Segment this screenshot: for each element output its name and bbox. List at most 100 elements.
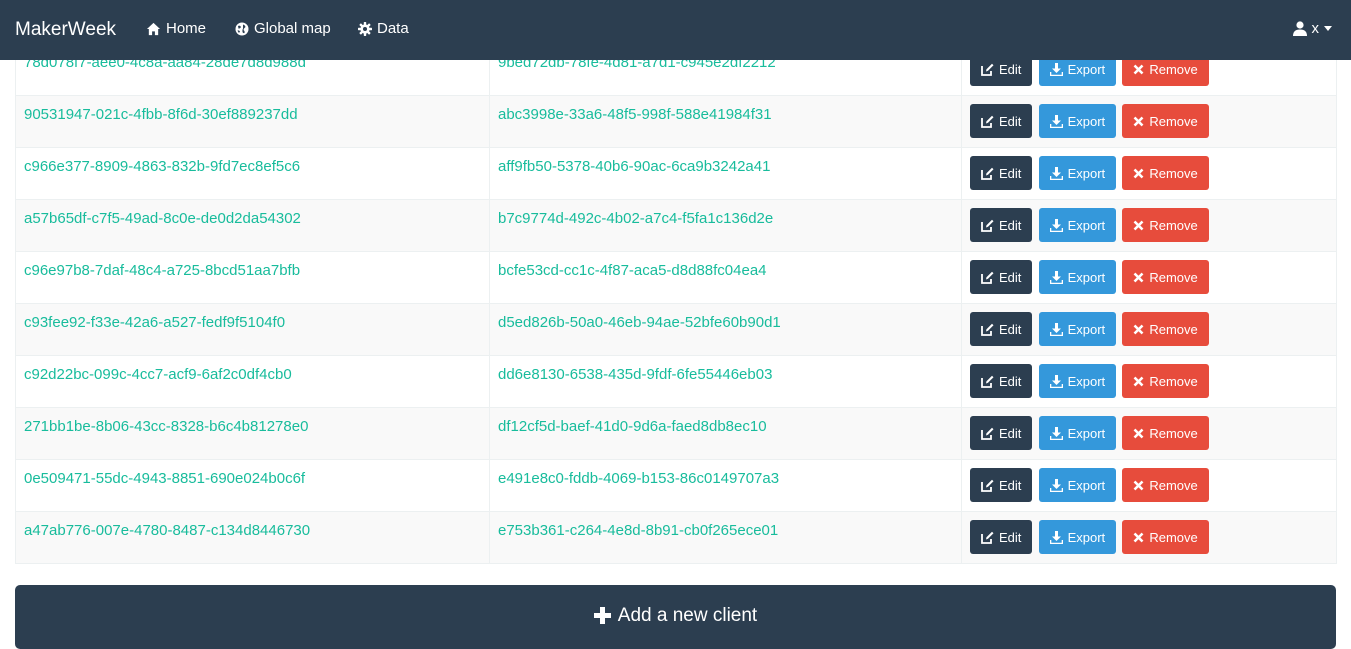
export-button[interactable]: Export: [1038, 260, 1117, 294]
edit-label: Edit: [999, 373, 1022, 389]
secret-id-link[interactable]: dd6e8130-6538-435d-9fdf-6fe55446eb03: [498, 364, 772, 383]
export-label: Export: [1067, 113, 1106, 129]
client-id-link[interactable]: 271bb1be-8b06-43cc-8328-b6c4b81278e0: [24, 416, 308, 435]
table-row: a57b65df-c7f5-49ad-8c0e-de0d2da54302 b7c…: [15, 199, 1337, 252]
secret-id-link[interactable]: abc3998e-33a6-48f5-998f-588e41984f31: [498, 104, 772, 123]
export-button[interactable]: Export: [1038, 364, 1117, 398]
download-icon: [1049, 374, 1063, 388]
edit-label: Edit: [999, 113, 1022, 129]
download-icon: [1049, 114, 1063, 128]
client-id-link[interactable]: c93fee92-f33e-42a6-a527-fedf9f5104f0: [24, 312, 285, 331]
download-icon: [1049, 166, 1063, 180]
table-row: 271bb1be-8b06-43cc-8328-b6c4b81278e0 df1…: [15, 407, 1337, 460]
client-id-link[interactable]: c92d22bc-099c-4cc7-acf9-6af2c0df4cb0: [24, 364, 292, 383]
edit-label: Edit: [999, 321, 1022, 337]
remove-button[interactable]: Remove: [1122, 104, 1209, 138]
nav-home[interactable]: Home: [146, 20, 206, 37]
export-label: Export: [1067, 269, 1106, 285]
download-icon: [1049, 478, 1063, 492]
secret-id-link[interactable]: b7c9774d-492c-4b02-a7c4-f5fa1c136d2e: [498, 208, 773, 227]
edit-button[interactable]: Edit: [970, 468, 1033, 502]
edit-icon: [981, 479, 994, 492]
edit-icon: [981, 375, 994, 388]
download-icon: [1049, 62, 1063, 76]
remove-label: Remove: [1149, 425, 1198, 441]
remove-label: Remove: [1149, 269, 1198, 285]
nav-data-label: Data: [377, 20, 409, 37]
export-label: Export: [1067, 373, 1106, 389]
remove-label: Remove: [1149, 529, 1198, 545]
secret-id-link[interactable]: df12cf5d-baef-41d0-9d6a-faed8db8ec10: [498, 416, 767, 435]
download-icon: [1049, 322, 1063, 336]
secret-id-link[interactable]: d5ed826b-50a0-46eb-94ae-52bfe60b90d1: [498, 312, 781, 331]
edit-button[interactable]: Edit: [970, 416, 1033, 450]
secret-id-link[interactable]: aff9fb50-5378-40b6-90ac-6ca9b3242a41: [498, 156, 770, 175]
table-row: 0e509471-55dc-4943-8851-690e024b0c6f e49…: [15, 459, 1337, 512]
edit-icon: [981, 271, 994, 284]
export-button[interactable]: Export: [1038, 104, 1117, 138]
home-icon: [146, 22, 161, 35]
clients-table: 78d078f7-aee0-4c8a-aa84-28de7d8d988d 9be…: [15, 43, 1337, 564]
edit-label: Edit: [999, 165, 1022, 181]
remove-button[interactable]: Remove: [1122, 416, 1209, 450]
close-icon: [1133, 116, 1144, 126]
remove-button[interactable]: Remove: [1122, 468, 1209, 502]
secret-id-link[interactable]: e753b361-c264-4e8d-8b91-cb0f265ece01: [498, 520, 778, 539]
edit-button[interactable]: Edit: [970, 156, 1033, 190]
export-button[interactable]: Export: [1038, 156, 1117, 190]
edit-label: Edit: [999, 269, 1022, 285]
edit-button[interactable]: Edit: [970, 260, 1033, 294]
close-icon: [1133, 168, 1144, 178]
nav-home-label: Home: [166, 20, 207, 37]
nav-global-map[interactable]: Global map: [235, 20, 331, 37]
remove-button[interactable]: Remove: [1122, 520, 1209, 554]
client-id-link[interactable]: 90531947-021c-4fbb-8f6d-30ef889237dd: [24, 104, 298, 123]
export-button[interactable]: Export: [1038, 520, 1117, 554]
close-icon: [1133, 376, 1144, 386]
remove-button[interactable]: Remove: [1122, 260, 1209, 294]
export-button[interactable]: Export: [1038, 468, 1117, 502]
edit-icon: [981, 219, 994, 232]
add-client-button[interactable]: Add a new client: [15, 585, 1336, 649]
client-id-link[interactable]: a47ab776-007e-4780-8487-c134d8446730: [24, 520, 310, 539]
edit-button[interactable]: Edit: [970, 104, 1033, 138]
chevron-down-icon: [1324, 26, 1332, 31]
table-row: 90531947-021c-4fbb-8f6d-30ef889237dd abc…: [15, 95, 1337, 148]
edit-button[interactable]: Edit: [970, 208, 1033, 242]
edit-button[interactable]: Edit: [970, 312, 1033, 346]
export-label: Export: [1067, 321, 1106, 337]
close-icon: [1133, 324, 1144, 334]
secret-id-link[interactable]: e491e8c0-fddb-4069-b153-86c0149707a3: [498, 468, 779, 487]
secret-id-link[interactable]: bcfe53cd-cc1c-4f87-aca5-d8d88fc04ea4: [498, 260, 767, 279]
table-row: c93fee92-f33e-42a6-a527-fedf9f5104f0 d5e…: [15, 303, 1337, 356]
edit-icon: [981, 323, 994, 336]
brand[interactable]: MakerWeek: [15, 19, 116, 41]
export-label: Export: [1067, 477, 1106, 493]
remove-button[interactable]: Remove: [1122, 156, 1209, 190]
user-name: x: [1311, 20, 1320, 37]
nav-data[interactable]: Data: [358, 20, 409, 37]
client-id-link[interactable]: 0e509471-55dc-4943-8851-690e024b0c6f: [24, 468, 305, 487]
user-menu[interactable]: x: [1292, 20, 1332, 37]
remove-button[interactable]: Remove: [1122, 364, 1209, 398]
edit-icon: [981, 63, 994, 76]
table-row: a47ab776-007e-4780-8487-c134d8446730 e75…: [15, 511, 1337, 564]
edit-button[interactable]: Edit: [970, 520, 1033, 554]
table-row: c96e97b8-7daf-48c4-a725-8bcd51aa7bfb bcf…: [15, 251, 1337, 304]
download-icon: [1049, 530, 1063, 544]
remove-button[interactable]: Remove: [1122, 312, 1209, 346]
edit-button[interactable]: Edit: [970, 364, 1033, 398]
remove-label: Remove: [1149, 61, 1198, 77]
remove-label: Remove: [1149, 165, 1198, 181]
export-label: Export: [1067, 165, 1106, 181]
export-button[interactable]: Export: [1038, 416, 1117, 450]
client-id-link[interactable]: c966e377-8909-4863-832b-9fd7ec8ef5c6: [24, 156, 300, 175]
export-label: Export: [1067, 529, 1106, 545]
export-button[interactable]: Export: [1038, 312, 1117, 346]
export-label: Export: [1067, 61, 1106, 77]
client-id-link[interactable]: a57b65df-c7f5-49ad-8c0e-de0d2da54302: [24, 208, 301, 227]
export-button[interactable]: Export: [1038, 208, 1117, 242]
edit-label: Edit: [999, 425, 1022, 441]
remove-button[interactable]: Remove: [1122, 208, 1209, 242]
client-id-link[interactable]: c96e97b8-7daf-48c4-a725-8bcd51aa7bfb: [24, 260, 300, 279]
